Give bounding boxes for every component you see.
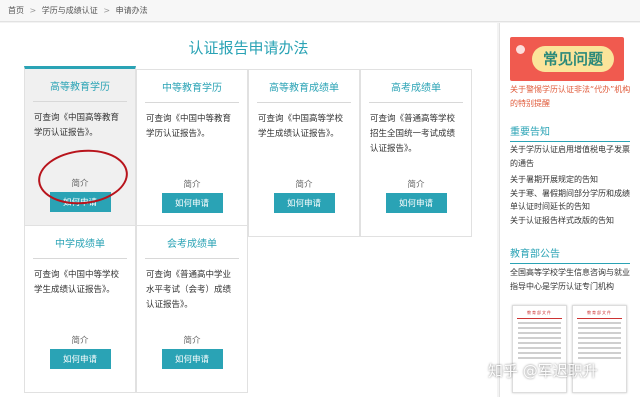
breadcrumb: 首页 > 学历与成绩认证 > 申请办法 <box>0 0 640 22</box>
card-intro-link[interactable]: 简介 <box>25 334 135 346</box>
decorative-dot-icon <box>516 45 525 54</box>
breadcrumb-section[interactable]: 学历与成绩认证 <box>42 6 98 15</box>
card-description: 可查询《中国中等学校学生成绩认证报告》。 <box>34 270 120 295</box>
card-intro-link[interactable]: 简介 <box>249 178 359 190</box>
ministry-announcement-title: 教育部公告 <box>510 249 560 260</box>
card-title[interactable]: 中等教育学历 <box>145 79 239 103</box>
how-to-apply-button[interactable]: 如何申请 <box>385 193 447 213</box>
watermark: 知乎 @军迟职升 <box>488 362 598 380</box>
breadcrumb-separator: > <box>103 6 111 15</box>
card-title[interactable]: 高等教育成绩单 <box>257 79 351 103</box>
card-title[interactable]: 高等教育学历 <box>33 78 127 102</box>
card-secondary-school-transcript: 中学成绩单 可查询《中国中等学校学生成绩认证报告》。 简介 如何申请 <box>24 225 136 393</box>
faq-banner[interactable]: 常见问题 <box>510 37 624 81</box>
breadcrumb-current: 申请办法 <box>115 6 148 15</box>
breadcrumb-home[interactable]: 首页 <box>8 6 24 15</box>
notice-item[interactable]: 关于寒、暑假期间部分学历和成绩单认证时间延长的告知 <box>510 187 636 214</box>
card-intro-link[interactable]: 简介 <box>361 178 471 190</box>
sidebar: 常见问题 关于警惕学历认证非法“代办”机构的特别提醒 重要告知 关于学历认证启用… <box>499 23 640 397</box>
section-divider <box>510 263 630 264</box>
card-academic-proficiency-transcript: 会考成绩单 可查询《普通高中学业水平考试（会考）成绩认证报告》。 简介 如何申请 <box>136 225 248 393</box>
card-intro-link[interactable]: 简介 <box>137 178 247 190</box>
faq-banner-text: 常见问题 <box>532 46 614 72</box>
thumbnail-header: 教育部文件 <box>587 310 612 315</box>
breadcrumb-separator: > <box>29 6 37 15</box>
main-panel: 认证报告申请办法 高等教育学历 可查询《中国高等教育学历认证报告》。 简介 如何… <box>0 23 497 397</box>
notice-item[interactable]: 关于暑期开展规定的告知 <box>510 173 636 187</box>
card-title[interactable]: 高考成绩单 <box>369 79 463 103</box>
card-title[interactable]: 会考成绩单 <box>145 235 239 259</box>
how-to-apply-button[interactable]: 如何申请 <box>49 349 111 369</box>
card-gaokao-transcript: 高考成绩单 可查询《普通高等学校招生全国统一考试成绩认证报告》。 简介 如何申请 <box>360 69 472 237</box>
thumbnail-header: 教育部文件 <box>527 310 552 315</box>
page-title: 认证报告申请办法 <box>188 39 309 57</box>
card-description: 可查询《中国中等教育学历认证报告》。 <box>146 114 232 139</box>
how-to-apply-button[interactable]: 如何申请 <box>273 193 335 213</box>
card-description: 可查询《中国高等学校学生成绩认证报告》。 <box>258 114 344 139</box>
card-secondary-education-diploma: 中等教育学历 可查询《中国中等教育学历认证报告》。 简介 如何申请 <box>136 69 248 237</box>
notice-item[interactable]: 关于认证报告样式改版的告知 <box>510 214 636 228</box>
faq-warning-link[interactable]: 关于警惕学历认证非法“代办”机构的特别提醒 <box>510 83 636 111</box>
card-description: 可查询《普通高等学校招生全国统一考试成绩认证报告》。 <box>370 114 456 154</box>
how-to-apply-button[interactable]: 如何申请 <box>161 193 223 213</box>
card-higher-education-transcript: 高等教育成绩单 可查询《中国高等学校学生成绩认证报告》。 简介 如何申请 <box>248 69 360 237</box>
card-description: 可查询《普通高中学业水平考试（会考）成绩认证报告》。 <box>146 270 232 310</box>
notice-item[interactable]: 关于学历认证启用增值税电子发票的通告 <box>510 143 636 170</box>
important-notice-title: 重要告知 <box>510 127 550 138</box>
how-to-apply-button[interactable]: 如何申请 <box>161 349 223 369</box>
ministry-item[interactable]: 全国高等学校学生信息咨询与就业指导中心是学历认证专门机构 <box>510 266 636 293</box>
card-title[interactable]: 中学成绩单 <box>33 235 127 259</box>
card-intro-link[interactable]: 简介 <box>137 334 247 346</box>
section-divider <box>510 141 630 142</box>
